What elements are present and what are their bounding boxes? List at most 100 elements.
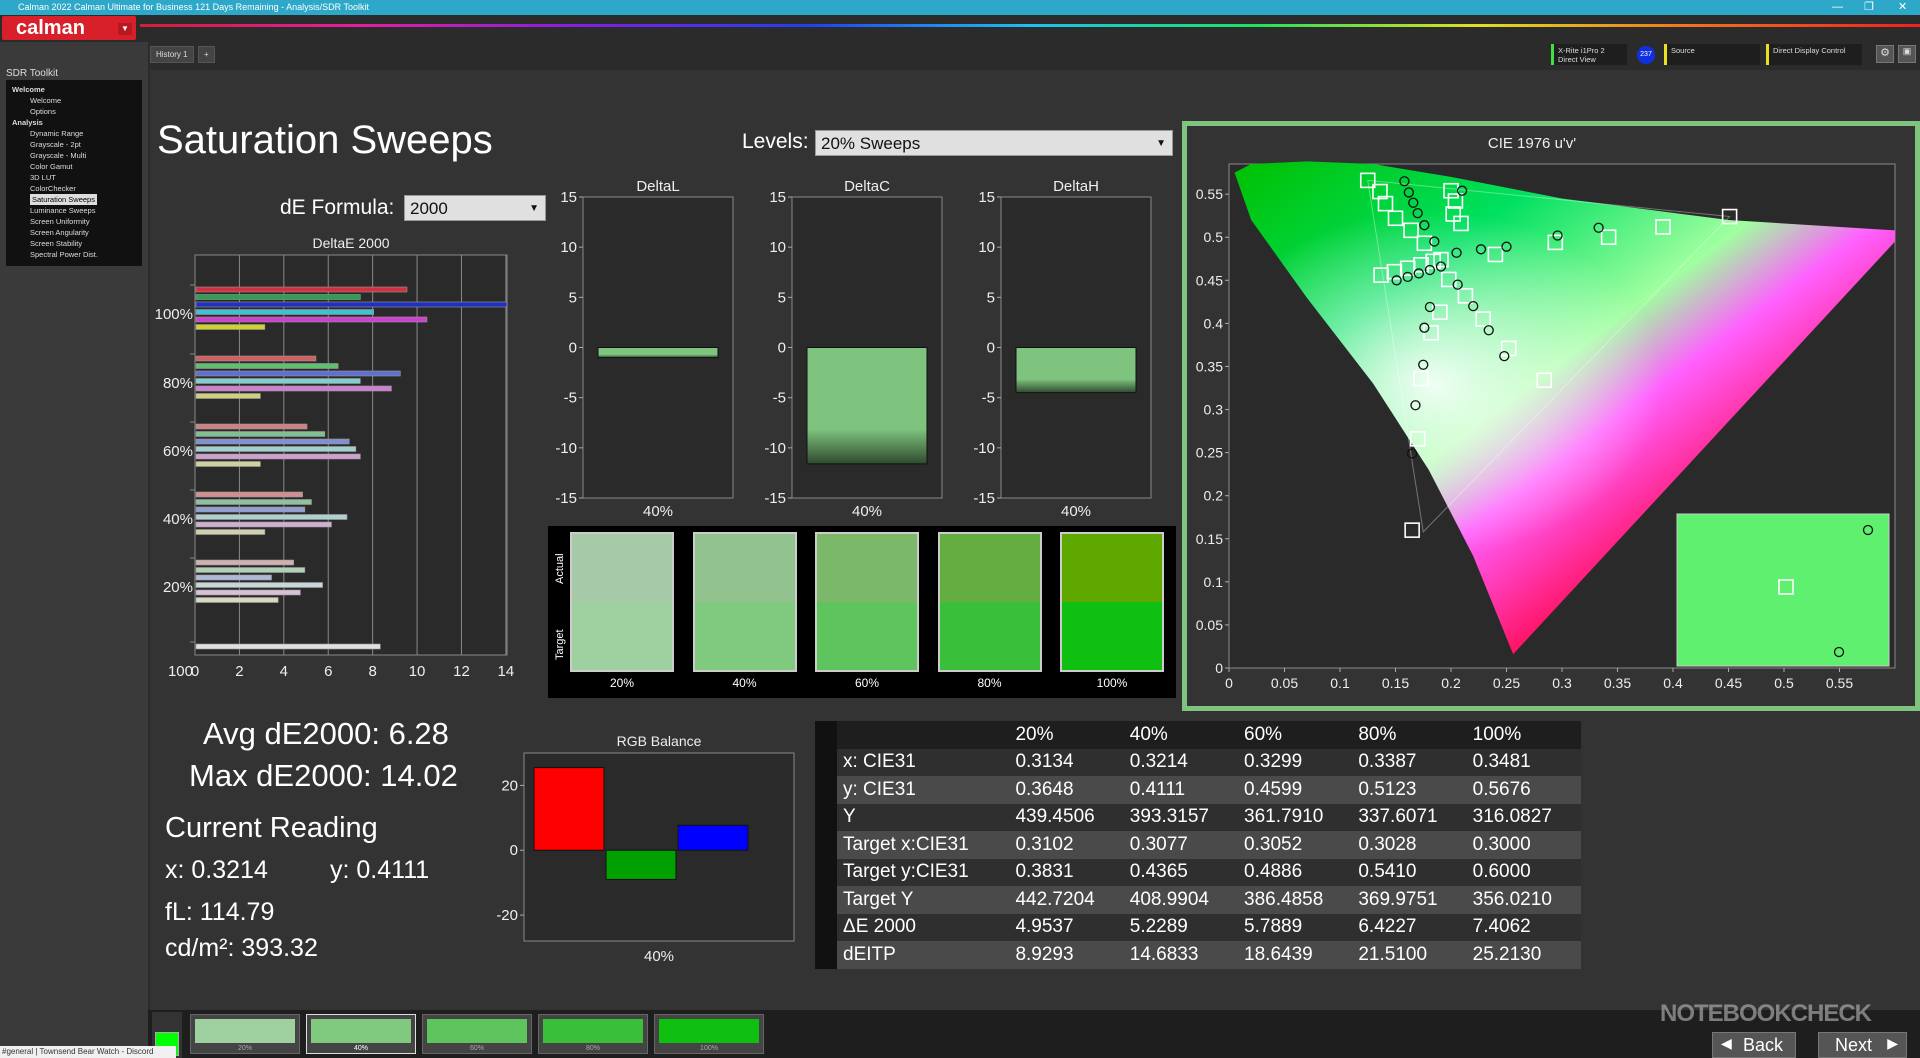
y-tick-label: 0.45 <box>1196 272 1223 288</box>
bar <box>195 301 508 308</box>
tree-item[interactable]: 3D LUT <box>12 172 142 183</box>
maximize-icon[interactable]: ❐ <box>1864 0 1874 15</box>
table-row: x: CIE31 0.3134 0.3214 0.3299 0.3387 0.3481 <box>815 748 1581 776</box>
y-tick-label: -15 <box>555 490 577 507</box>
tree-item[interactable]: Color Gamut <box>12 161 142 172</box>
tree-item-label: Options <box>30 107 56 116</box>
deltah-chart: DeltaH 15 10 5 0 -5 -10 -15 40% <box>973 178 1152 520</box>
y-tick-label: 0.3 <box>1204 402 1224 418</box>
source-selector[interactable]: Source <box>1664 44 1760 65</box>
row-gutter <box>815 941 837 969</box>
close-icon[interactable]: ✕ <box>1898 0 1907 15</box>
levels-dropdown[interactable]: 20% Sweeps ▼ <box>815 130 1173 156</box>
footer-swatch[interactable]: 20% <box>190 1014 300 1054</box>
tree-item[interactable]: Welcome <box>12 84 142 95</box>
y-tick-label: 0 <box>510 842 518 859</box>
meter-badge[interactable]: 237 <box>1637 46 1655 64</box>
footer-swatch[interactable]: 80% <box>538 1014 648 1054</box>
table-cell: 21.5100 <box>1352 941 1467 969</box>
footer-swatch-color <box>311 1019 411 1043</box>
tree-item-label: Spectral Power Dist. <box>30 250 98 259</box>
row-label: y: CIE31 <box>837 776 1010 804</box>
tree-item[interactable]: Screen Stability <box>12 238 142 249</box>
workflow-tree[interactable]: Welcome Welcome Options Analysis Dynamic Ran… <box>6 80 142 266</box>
meter-selector[interactable]: X-Rite i1Pro 2 Direct View <box>1551 44 1627 65</box>
tree-item[interactable]: Welcome <box>12 95 142 106</box>
color-swatch <box>570 532 674 672</box>
color-swatch <box>1060 532 1164 672</box>
table-cell: 0.3052 <box>1238 831 1353 859</box>
settings-icon[interactable]: ⚙ <box>1876 45 1894 63</box>
tree-item-label: Screen Stability <box>30 239 83 248</box>
y-tick-label: -10 <box>973 440 995 457</box>
page-title: Saturation Sweeps <box>157 118 493 162</box>
bar <box>533 767 605 851</box>
table-cell: 316.0827 <box>1466 803 1581 831</box>
chevron-down-icon: ▼ <box>1156 138 1166 149</box>
footer-swatch[interactable]: 100% <box>654 1014 764 1054</box>
bar <box>806 347 928 465</box>
row-label: dEITP <box>837 941 1010 969</box>
x-tick-label: 0.4 <box>1663 675 1683 691</box>
bar <box>195 567 306 573</box>
zoom-inset <box>1676 513 1890 667</box>
current-reading-title: Current Reading <box>165 812 378 844</box>
logo-menu-icon[interactable]: ▼ <box>118 23 132 35</box>
tree-item[interactable]: ColorChecker <box>12 183 142 194</box>
bar <box>195 309 374 315</box>
bar <box>195 521 332 528</box>
de-formula-dropdown[interactable]: 2000 ▼ <box>404 195 546 221</box>
row-label: Target Y <box>837 886 1010 914</box>
tree-item[interactable]: Spectral Power Dist. <box>12 249 142 260</box>
color-swatch <box>692 532 797 672</box>
x-tick-label: 40% <box>643 503 673 520</box>
bar <box>195 370 401 377</box>
tree-item[interactable]: Grayscale - 2pt <box>12 139 142 150</box>
tree-item[interactable]: Screen Angularity <box>12 227 142 238</box>
bar <box>195 286 408 293</box>
footer-swatch[interactable]: 60% <box>422 1014 532 1054</box>
calman-logo[interactable]: calman ▼ <box>2 16 136 40</box>
swatch-label: 100% <box>1096 676 1128 690</box>
table-cell: 0.3299 <box>1238 748 1353 776</box>
zoom-measured-marker <box>1833 646 1845 658</box>
bar <box>195 499 312 505</box>
table-cell: 0.3000 <box>1466 831 1581 859</box>
tree-item-label: Saturation Sweeps <box>30 194 97 205</box>
display-selector[interactable]: Direct Display Control <box>1766 44 1862 65</box>
rgb-balance-chart: RGB Balance 20 0 -20 40% <box>496 733 795 965</box>
zoom-measured-marker <box>1862 524 1874 536</box>
footer-swatch-color <box>427 1019 527 1043</box>
bar <box>195 597 279 603</box>
deltal-chart: DeltaL 15 10 5 0 -5 -10 -15 40% <box>555 178 734 520</box>
swatch-label: 60% <box>854 676 880 690</box>
y-tick-label: 15 <box>560 189 577 206</box>
fullscreen-icon[interactable]: ▣ <box>1898 45 1916 63</box>
column-header <box>837 721 1010 749</box>
swatch-actual <box>1062 534 1162 602</box>
tree-item-label: Dynamic Range <box>30 129 84 138</box>
row-gutter <box>815 858 837 886</box>
next-button[interactable]: Next ▶ <box>1818 1032 1908 1058</box>
tree-item[interactable]: Grayscale - Multi <box>12 150 142 161</box>
back-button[interactable]: ◀ Back <box>1712 1032 1797 1058</box>
tree-item[interactable]: Options <box>12 106 142 117</box>
x-tick-label: 0.25 <box>1493 675 1520 691</box>
footer-swatch[interactable]: 40% <box>306 1014 416 1054</box>
add-tab-button[interactable]: + <box>198 46 215 63</box>
tree-item[interactable]: Luminance Sweeps <box>12 205 142 216</box>
tree-item[interactable]: Analysis <box>12 117 142 128</box>
bar <box>195 559 295 566</box>
tree-item[interactable]: Saturation Sweeps <box>12 194 142 205</box>
row-label: Target y:CIE31 <box>837 858 1010 886</box>
x-tick-label: 0.3 <box>1552 675 1572 691</box>
deltac-chart: DeltaC 15 10 5 0 -5 -10 -15 40% <box>764 178 943 520</box>
table-cell: 18.6439 <box>1238 941 1353 969</box>
minimize-icon[interactable]: — <box>1832 0 1843 15</box>
tab-history-1[interactable]: History 1 <box>150 46 194 63</box>
levels-value: 20% Sweeps <box>821 134 921 153</box>
footer-swatch-label: 80% <box>585 1045 600 1052</box>
row-label: Target x:CIE31 <box>837 831 1010 859</box>
tree-item[interactable]: Screen Uniformity <box>12 216 142 227</box>
tree-item[interactable]: Dynamic Range <box>12 128 142 139</box>
